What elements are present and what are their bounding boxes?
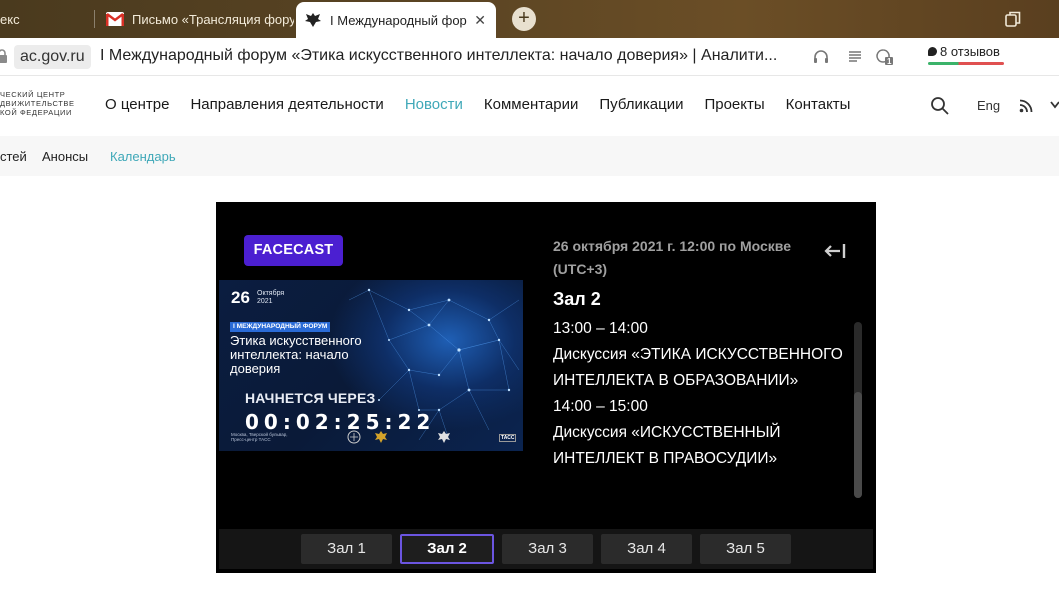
lock-icon[interactable] (0, 49, 8, 63)
venue-text: Москва, Тверской бульвар, Пресс-центр ТА… (231, 432, 288, 442)
tab-title: екс (0, 11, 20, 27)
hall-title: Зал 2 (553, 289, 601, 309)
schedule-talk: Дискуссия «ИСКУССТВЕННЫЙ ИНТЕЛЛЕКТ В ПРА… (553, 424, 781, 467)
hall-3-button[interactable]: Зал 3 (502, 534, 593, 564)
protect-badge: 1 (887, 57, 892, 66)
language-switch[interactable]: Eng (977, 98, 1000, 113)
browser-tab-mail[interactable]: Письмо «Трансляция фору (98, 4, 294, 34)
close-tab-icon[interactable]: ✕ (474, 12, 486, 29)
chevron-down-icon[interactable] (1050, 98, 1059, 112)
poster-day: 26 (231, 288, 250, 307)
url-domain[interactable]: ac.gov.ru (14, 45, 91, 69)
search-icon[interactable] (930, 96, 950, 116)
subnav-item-announcements[interactable]: Анонсы (42, 149, 88, 164)
hall-2-button[interactable]: Зал 2 (400, 534, 494, 564)
url-page-title[interactable]: I Международный форум «Этика искусственн… (100, 47, 780, 65)
hall-5-button[interactable]: Зал 5 (700, 534, 791, 564)
sub-nav: стей Анонсы Календарь (0, 136, 1059, 176)
nav-item-news[interactable]: Новости (405, 96, 463, 113)
countdown-timer: 00:02:25:22 (245, 410, 436, 434)
speech-bubble-icon (928, 47, 937, 56)
eagle-emblem-icon (304, 12, 322, 28)
nav-item-publications[interactable]: Публикации (599, 96, 683, 113)
poster-title: Этика искусственного интеллекта: начало … (230, 333, 362, 376)
countdown-label: НАЧНЕТСЯ ЧЕРЕЗ (245, 390, 376, 406)
tab-title: Письмо «Трансляция фору (132, 11, 294, 27)
subnav-item-calendar[interactable]: Календарь (110, 149, 176, 164)
schedule-time: 14:00 – 15:00 (553, 398, 648, 415)
rss-icon[interactable] (1019, 99, 1033, 113)
site-logo[interactable]: ческий центр движительстве кой федерации (0, 90, 75, 117)
subnav-item-all[interactable]: стей (0, 149, 27, 164)
nav-item-directions[interactable]: Направления деятельности (190, 96, 383, 113)
ministry-emblem-icon (375, 431, 387, 443)
nav-item-projects[interactable]: Проекты (704, 96, 764, 113)
tab-overview-icon[interactable] (1004, 10, 1022, 28)
poster-month: Октября (257, 290, 285, 297)
tab-title: I Международный фор (330, 12, 467, 28)
schedule-scrollbar-thumb[interactable] (854, 392, 862, 498)
poster-tag: I МЕЖДУНАРОДНЫЙ ФОРУМ (230, 322, 331, 332)
collapse-panel-icon[interactable] (824, 241, 848, 261)
logo-line: движительстве (0, 99, 75, 108)
reviews-label: 8 отзывов (940, 44, 1000, 59)
nav-item-contacts[interactable]: Контакты (786, 96, 851, 113)
poster-month-year: Октября 2021 (257, 290, 284, 306)
partner-logo-icon (347, 430, 361, 444)
browser-tab[interactable]: екс (0, 4, 92, 34)
eagle-emblem-icon (438, 431, 450, 443)
nav-item-about[interactable]: О центре (105, 96, 169, 113)
hall-1-button[interactable]: Зал 1 (301, 534, 392, 564)
site-header: ческий центр движительстве кой федерации… (0, 76, 1059, 136)
headphones-icon[interactable] (812, 48, 830, 66)
logo-line: ческий центр (0, 90, 66, 99)
new-tab-button[interactable]: + (512, 7, 536, 31)
event-poster[interactable]: 26 Октября 2021 I МЕЖДУНАРОДНЫЙ ФОРУМ Эти… (219, 280, 523, 451)
poster-year: 2021 (257, 298, 273, 305)
event-date: 26 октября 2021 г. 12:00 по Москве (UTC+… (553, 238, 791, 277)
reviews-rating-bar (928, 62, 1004, 65)
schedule-list: 13:00 – 14:00 Дискуссия «ЭТИКА ИСКУССТВЕ… (553, 316, 843, 472)
logo-line: кой федерации (0, 108, 73, 117)
address-bar: ac.gov.ru I Международный форум «Этика и… (0, 38, 1059, 76)
reviews-button[interactable]: 8 отзывов (928, 44, 1000, 59)
schedule-time: 13:00 – 14:00 (553, 320, 648, 337)
gmail-icon (106, 11, 124, 27)
browser-tab-strip: екс Письмо «Трансляция фору I Международ… (0, 0, 1059, 38)
main-nav: О центре Направления деятельности Новост… (105, 96, 871, 113)
nav-item-comments[interactable]: Комментарии (484, 96, 578, 113)
tab-separator (94, 10, 95, 28)
hall-selector: Зал 1 Зал 2 Зал 3 Зал 4 Зал 5 (219, 529, 873, 569)
hall-4-button[interactable]: Зал 4 (601, 534, 692, 564)
facecast-player: FACECAST 26 Октября 2021 I МЕЖДУНАРОДНЫЙ… (216, 202, 876, 573)
tass-logo: ТАСС (499, 434, 517, 442)
facecast-logo[interactable]: FACECAST (244, 235, 343, 266)
schedule-talk: Дискуссия «ЭТИКА ИСКУССТВЕННОГО ИНТЕЛЛЕК… (553, 346, 843, 389)
browser-tab-active[interactable]: I Международный фор ✕ (296, 2, 496, 38)
reader-mode-icon[interactable] (846, 48, 864, 66)
